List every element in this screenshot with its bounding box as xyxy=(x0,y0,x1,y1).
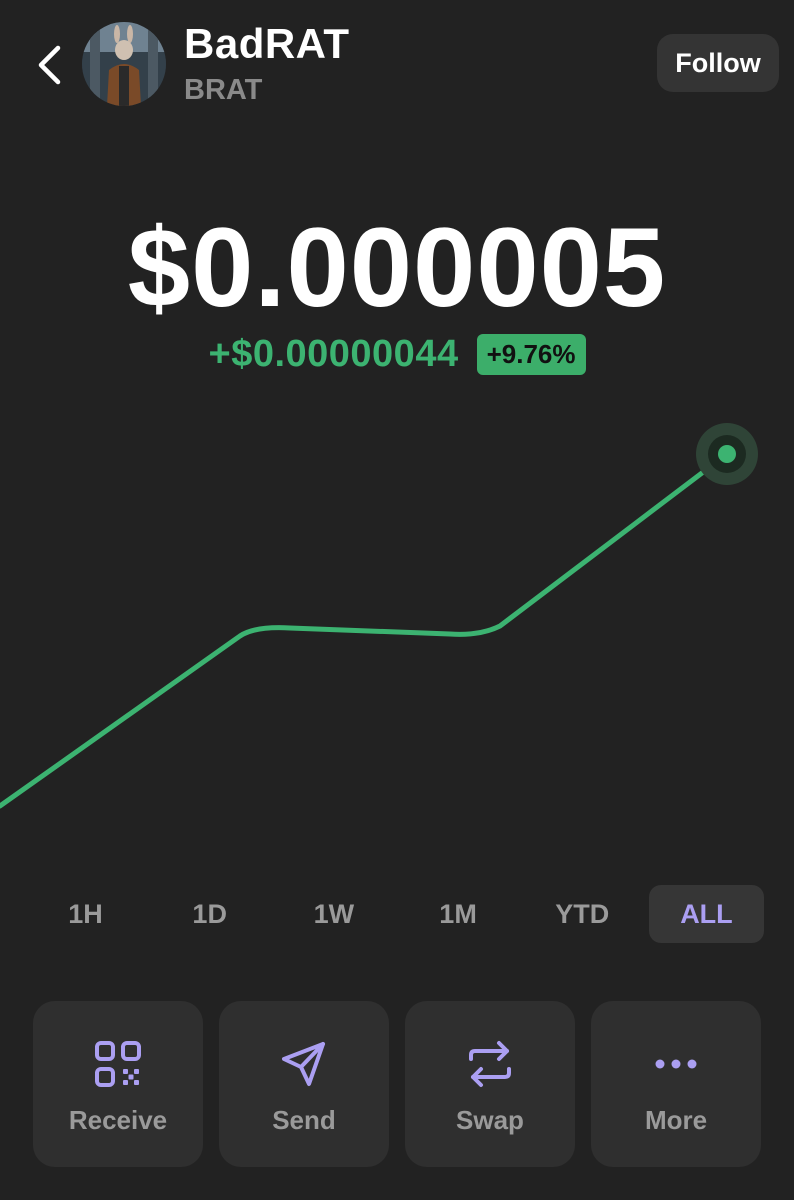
token-price: $0.000005 xyxy=(127,205,667,330)
price-change-absolute: +$0.00000044 xyxy=(208,332,459,375)
back-button[interactable] xyxy=(30,40,70,90)
receive-label: Receive xyxy=(68,1105,168,1135)
swap-label: Swap xyxy=(456,1105,524,1135)
avatar-image xyxy=(82,22,166,106)
price-line xyxy=(0,451,730,809)
swap-icon xyxy=(463,1037,517,1091)
send-icon xyxy=(277,1037,331,1091)
more-button[interactable]: More xyxy=(591,1001,761,1167)
price-chart-svg xyxy=(0,423,758,809)
price-change-percent-badge: +9.76% xyxy=(476,333,586,375)
send-button[interactable]: Send xyxy=(219,1001,389,1167)
swap-button[interactable]: Swap xyxy=(405,1001,575,1167)
time-range-selector: 1H 1D 1W 1M YTD ALL xyxy=(28,885,764,943)
price-change-row: +$0.00000044 +9.76% xyxy=(0,330,794,378)
range-tab-all[interactable]: ALL xyxy=(648,885,764,943)
range-tab-1d[interactable]: 1D xyxy=(152,885,267,943)
more-dots-icon xyxy=(649,1037,703,1091)
follow-button[interactable]: Follow xyxy=(657,34,779,92)
token-name: BadRAT xyxy=(184,20,350,67)
token-avatar[interactable] xyxy=(82,22,166,106)
send-label: Send xyxy=(272,1105,336,1135)
qr-code-icon xyxy=(91,1037,145,1091)
chevron-left-icon xyxy=(38,45,61,85)
range-tab-1m[interactable]: 1M xyxy=(401,885,516,943)
range-tab-1h[interactable]: 1H xyxy=(28,885,143,943)
range-tab-1w[interactable]: 1W xyxy=(276,885,391,943)
current-price-dot xyxy=(718,445,736,463)
token-symbol: BRAT xyxy=(184,74,263,106)
price-chart[interactable] xyxy=(0,400,794,860)
range-tab-ytd[interactable]: YTD xyxy=(525,885,640,943)
action-buttons: Receive Send Swap More xyxy=(33,1001,761,1167)
receive-button[interactable]: Receive xyxy=(33,1001,203,1167)
token-header: BadRAT BRAT Follow xyxy=(0,0,794,130)
more-label: More xyxy=(644,1105,708,1135)
